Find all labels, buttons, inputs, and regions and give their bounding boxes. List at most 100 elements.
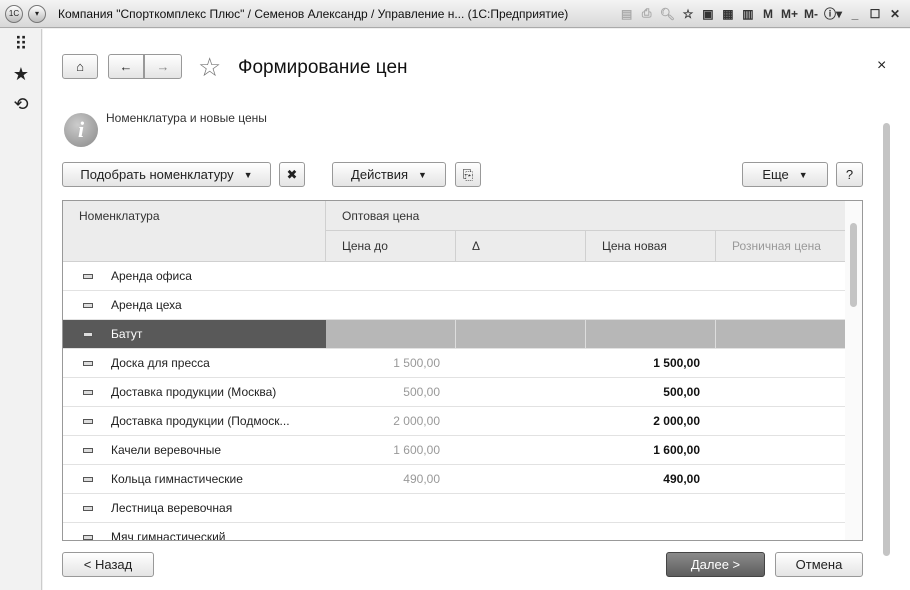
scroll-thumb[interactable] [850,223,857,307]
price-before: 1 600,00 [393,443,440,457]
item-icon [83,535,93,540]
preview-icon[interactable]: 🔍︎ [660,7,675,21]
home-button[interactable]: ⌂ [62,54,98,79]
item-icon [83,448,93,453]
dropdown-arrow-icon: ▼ [418,169,427,180]
back-nav-button[interactable]: ← [108,54,144,79]
item-name: Доставка продукции (Москва) [63,378,326,406]
save-icon[interactable]: ▤ [620,7,634,21]
header-price-new[interactable]: Цена новая [586,231,716,262]
price-new[interactable]: 1 600,00 [586,436,716,464]
item-name-text: Мяч гимнастический [111,530,226,541]
info-icon[interactable]: ⓘ▾ [824,5,842,22]
price-new[interactable] [586,523,716,540]
table-row[interactable]: Кольца гимнастические 490,00 490,00 [63,465,846,494]
price-new[interactable]: 2 000,00 [586,407,716,435]
window-title: Компания "Спорткомплекс Плюс" / Семенов … [58,6,569,21]
back-button[interactable]: < Назад [62,552,154,577]
table-row[interactable]: Мяч гимнастический [63,523,846,541]
actions-label: Действия [351,167,409,182]
header-price-before[interactable]: Цена до [326,231,456,262]
history-icon[interactable]: ⟲ [0,89,42,119]
item-icon [83,390,93,395]
bookmark-icon[interactable]: ▣ [701,7,715,21]
table-row[interactable]: Аренда цеха [63,291,846,320]
price-before [326,320,456,348]
table-scrollbar[interactable] [845,201,862,540]
minimize-icon[interactable]: _ [848,7,862,21]
calendar-icon[interactable]: ▥ [741,7,755,21]
table-row[interactable]: Качели веревочные 1 600,00 1 600,00 [63,436,846,465]
item-icon [83,419,93,424]
pick-items-button[interactable]: Подобрать номенклатуру ▼ [62,162,271,187]
price-before: 500,00 [403,385,440,399]
item-name: Аренда цеха [63,291,326,319]
item-name: Доставка продукции (Подмоск... [63,407,326,435]
item-name: Аренда офиса [63,262,326,290]
price-new[interactable] [586,320,716,348]
item-icon [83,303,93,308]
page-title: Формирование цен [238,57,408,78]
table-row[interactable]: Доставка продукции (Москва) 500,00 500,00 [63,378,846,407]
next-button[interactable]: Далее > [666,552,765,577]
cancel-button[interactable]: Отмена [775,552,863,577]
sidebar: ⠿ ★ ⟲ [0,29,42,590]
price-new[interactable] [586,494,716,522]
menu-grid-icon[interactable]: ⠿ [0,29,42,59]
price-new[interactable]: 490,00 [586,465,716,493]
item-name: Качели веревочные [63,436,326,464]
item-name: Лестница веревочная [63,494,326,522]
item-icon [83,332,93,337]
home-icon: ⌂ [76,59,84,74]
table-row[interactable]: Аренда офиса [63,262,846,291]
item-name-text: Аренда цеха [111,298,182,312]
1c-logo-icon[interactable]: 1C [5,4,23,23]
header-retail[interactable]: Розничная цена [716,231,846,262]
item-name-text: Доставка продукции (Москва) [111,385,277,399]
calculator-icon[interactable]: ▦ [721,7,735,21]
favorites-icon[interactable]: ☆ [681,7,695,21]
header-wholesale: Оптовая цена [326,201,846,231]
price-new[interactable]: 1 500,00 [586,349,716,377]
clear-button[interactable]: ✖ [279,162,305,187]
info-text: Номенклатура и новые цены [106,111,267,125]
memory-plus-button[interactable]: M+ [781,7,798,21]
help-button[interactable]: ? [836,162,863,187]
item-name-text: Доставка продукции (Подмоск... [111,414,290,428]
close-form-button[interactable]: × [877,57,886,75]
selected-cell [716,320,846,348]
memory-minus-button[interactable]: M- [804,7,818,21]
maximize-icon[interactable]: ☐ [868,7,882,21]
price-new[interactable]: 500,00 [586,378,716,406]
table-row[interactable]: Доставка продукции (Подмоск... 2 000,00 2 … [63,407,846,436]
export-icon: ⎘ [462,166,474,182]
price-new[interactable] [586,262,716,290]
price-new[interactable] [586,291,716,319]
close-window-icon[interactable]: ✕ [888,7,902,21]
price-before: 490,00 [403,472,440,486]
forward-nav-button[interactable]: → [144,54,182,79]
item-icon [83,477,93,482]
star-icon[interactable]: ★ [0,59,42,89]
item-name: Мяч гимнастический [63,523,326,541]
title-bar: 1C ▾ Компания "Спорткомплекс Плюс" / Сем… [0,0,910,28]
item-name: Кольца гимнастические [63,465,326,493]
main-menu-icon[interactable]: ▾ [28,4,46,23]
clear-icon: ✖ [286,166,298,182]
print-icon[interactable]: ⎙ [640,6,654,21]
table-row[interactable]: Доска для пресса 1 500,00 1 500,00 [63,349,846,378]
table-row[interactable]: Лестница веревочная [63,494,846,523]
price-before [326,262,456,290]
form-scrollbar[interactable] [883,123,890,556]
header-delta[interactable]: Δ [456,231,586,262]
export-button[interactable]: ⎘ [455,162,481,187]
item-name-text: Доска для пресса [111,356,210,370]
selected-cell [456,320,586,348]
memory-m-button[interactable]: M [761,7,775,21]
favorite-star-icon[interactable]: ☆ [198,52,221,83]
price-before [326,523,456,540]
more-button[interactable]: Еще ▼ [742,162,828,187]
header-name[interactable]: Номенклатура [63,201,326,262]
table-row[interactable]: Батут [63,320,846,349]
actions-button[interactable]: Действия ▼ [332,162,446,187]
